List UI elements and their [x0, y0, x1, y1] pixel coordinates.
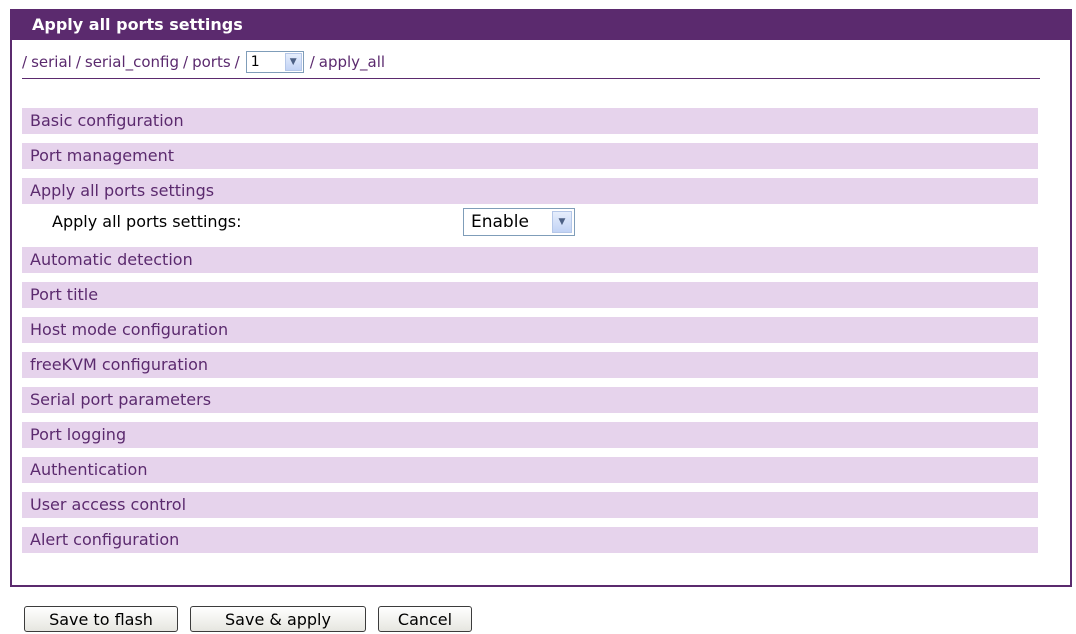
- section-user-access-control[interactable]: User access control: [22, 492, 1038, 518]
- save-and-apply-button[interactable]: Save & apply: [190, 606, 366, 632]
- section-automatic-detection[interactable]: Automatic detection: [22, 247, 1038, 273]
- chevron-down-icon[interactable]: ▼: [284, 53, 302, 71]
- port-select-value: 1: [250, 54, 260, 70]
- apply-all-field-row: Apply all ports settings: Enable ▼: [22, 206, 1038, 238]
- section-port-title[interactable]: Port title: [22, 282, 1038, 308]
- breadcrumb-separator: /: [22, 53, 28, 71]
- apply-all-select-value: Enable: [471, 212, 529, 232]
- apply-all-field-label: Apply all ports settings:: [52, 212, 242, 231]
- section-list: Basic configuration Port management Appl…: [22, 108, 1038, 562]
- breadcrumb-separator: /: [309, 53, 315, 71]
- breadcrumb-separator: /: [234, 53, 240, 71]
- section-apply-all-ports-settings[interactable]: Apply all ports settings: [22, 178, 1038, 204]
- save-to-flash-button[interactable]: Save to flash: [24, 606, 178, 632]
- action-buttons: Save to flash Save & apply Cancel: [24, 606, 472, 632]
- port-select[interactable]: 1 ▼: [245, 51, 304, 73]
- breadcrumb-divider: [22, 78, 1040, 79]
- breadcrumb-serial-config[interactable]: serial_config: [85, 53, 179, 71]
- section-freekvm-configuration[interactable]: freeKVM configuration: [22, 352, 1038, 378]
- breadcrumb-apply-all: apply_all: [318, 53, 386, 71]
- section-alert-configuration[interactable]: Alert configuration: [22, 527, 1038, 553]
- section-host-mode-configuration[interactable]: Host mode configuration: [22, 317, 1038, 343]
- section-authentication[interactable]: Authentication: [22, 457, 1038, 483]
- chevron-down-icon[interactable]: ▼: [552, 211, 572, 233]
- section-port-management[interactable]: Port management: [22, 143, 1038, 169]
- breadcrumb-ports[interactable]: ports: [192, 53, 231, 71]
- breadcrumb: / serial / serial_config / ports / 1 ▼ /…: [22, 50, 385, 74]
- breadcrumb-separator: /: [75, 53, 81, 71]
- panel-title: Apply all ports settings: [12, 9, 1070, 40]
- cancel-button[interactable]: Cancel: [378, 606, 472, 632]
- breadcrumb-separator: /: [183, 53, 189, 71]
- apply-all-select[interactable]: Enable ▼: [463, 208, 575, 236]
- section-basic-configuration[interactable]: Basic configuration: [22, 108, 1038, 134]
- breadcrumb-serial[interactable]: serial: [31, 53, 72, 71]
- section-serial-port-parameters[interactable]: Serial port parameters: [22, 387, 1038, 413]
- section-port-logging[interactable]: Port logging: [22, 422, 1038, 448]
